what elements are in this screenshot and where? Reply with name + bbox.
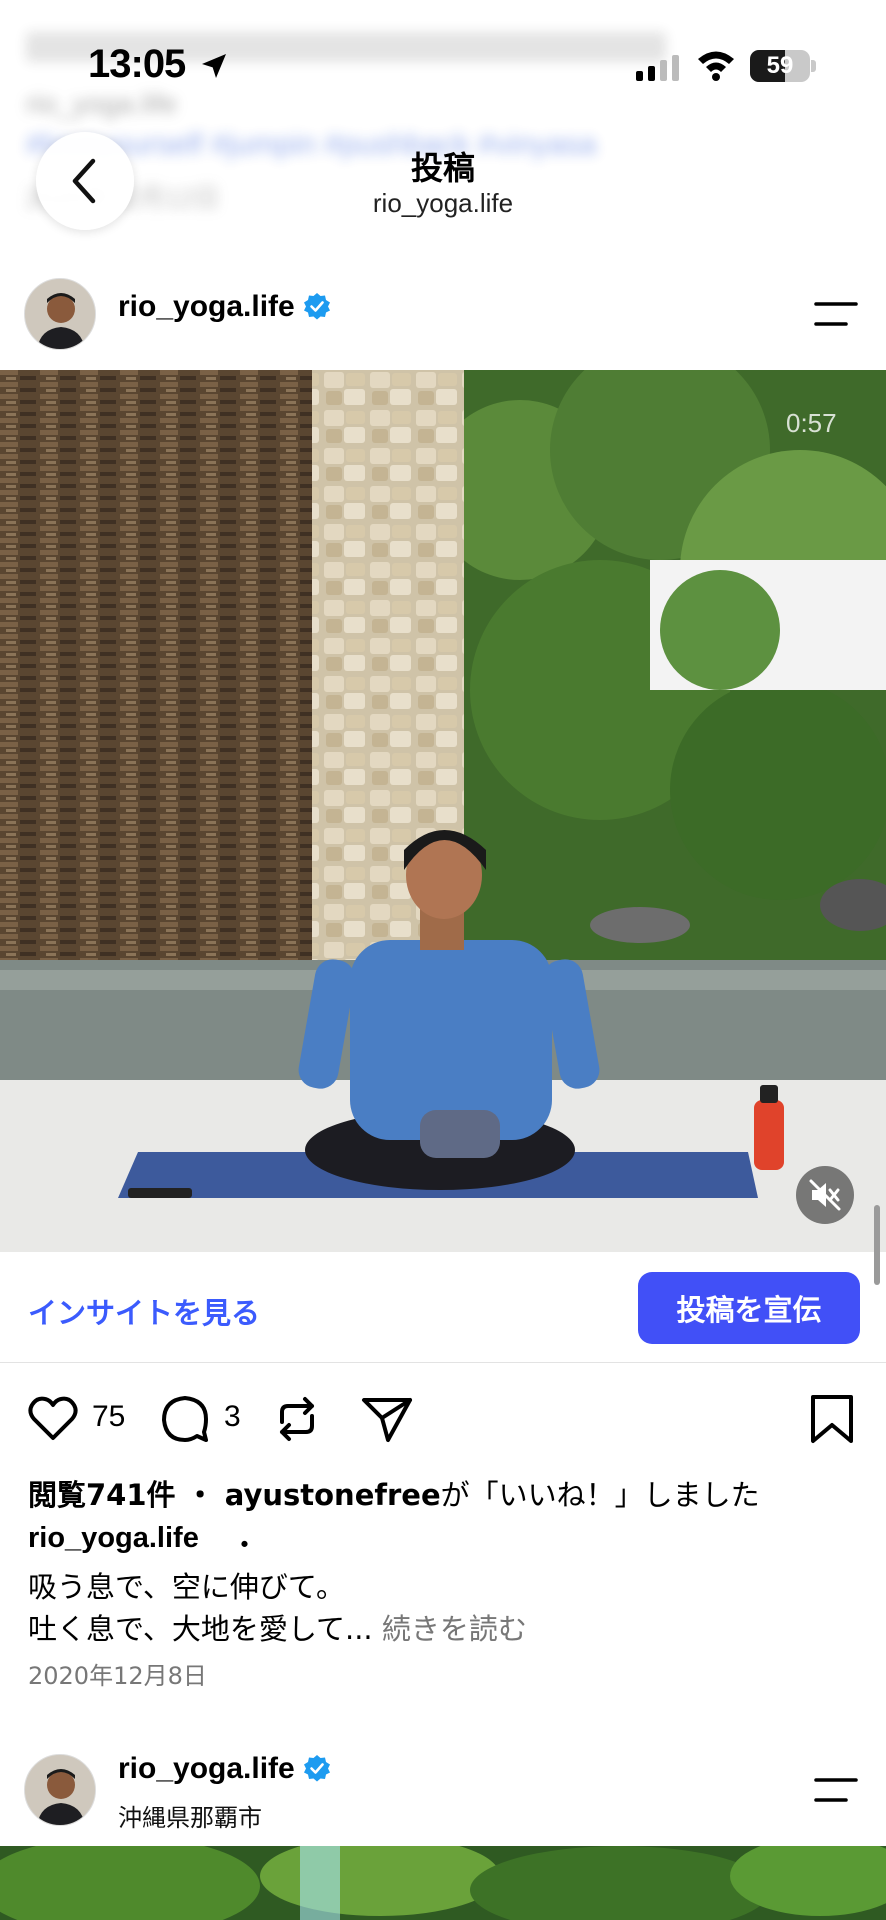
comment-icon[interactable] bbox=[158, 1392, 212, 1446]
caption-separator: ・ bbox=[230, 1528, 260, 1562]
post-video[interactable] bbox=[0, 370, 886, 1252]
next-post-media[interactable] bbox=[0, 1846, 886, 1920]
verified-badge-icon bbox=[303, 1755, 330, 1782]
post-location[interactable]: 沖縄県那覇市 bbox=[118, 1798, 262, 1833]
scroll-indicator bbox=[874, 1205, 880, 1285]
battery-indicator: 59 bbox=[750, 50, 810, 82]
mute-icon bbox=[809, 1179, 841, 1211]
post-username-text[interactable]: rio_yoga.life bbox=[118, 290, 295, 323]
status-bar: 13:05 59 bbox=[0, 0, 886, 130]
page-subtitle: rio_yoga.life bbox=[372, 188, 514, 218]
liker-username[interactable]: ayustonefree bbox=[225, 1478, 441, 1512]
video-frame bbox=[0, 370, 886, 1252]
liked-suffix: が「いいね！」しました bbox=[440, 1478, 760, 1512]
more-options-icon[interactable] bbox=[812, 1774, 860, 1806]
avatar-image bbox=[25, 1755, 95, 1825]
read-more-link[interactable]: 続きを読む bbox=[382, 1612, 527, 1646]
wifi-icon bbox=[698, 51, 734, 81]
comment-count[interactable]: 3 bbox=[224, 1400, 241, 1434]
next-post-username[interactable]: rio_yoga.life bbox=[118, 1752, 331, 1786]
cellular-signal-icon bbox=[636, 55, 679, 81]
view-insights-link[interactable]: インサイトを見る bbox=[28, 1290, 260, 1332]
battery-percent: 59 bbox=[766, 52, 794, 79]
next-post-header: rio_yoga.life 沖縄県那覇市 bbox=[0, 1738, 886, 1846]
post-header: rio_yoga.life bbox=[0, 262, 886, 370]
video-timer: 0:57 bbox=[786, 408, 837, 438]
caption-line-2: 吐く息で、大地を愛して... 続きを読む bbox=[28, 1606, 527, 1648]
post-date: 2020年12月8日 bbox=[28, 1662, 207, 1690]
views-liked-by: 閲覧741件 ・ ayustonefreeが「いいね！」しました bbox=[28, 1472, 760, 1514]
view-count[interactable]: 閲覧741件 bbox=[28, 1478, 176, 1512]
avatar[interactable] bbox=[24, 278, 96, 350]
verified-badge-icon bbox=[303, 293, 330, 320]
page-title: 投稿 bbox=[410, 149, 475, 187]
repost-icon[interactable] bbox=[270, 1392, 324, 1446]
promote-post-button[interactable]: 投稿を宣伝 bbox=[638, 1272, 860, 1344]
separator-dot: ・ bbox=[185, 1478, 215, 1512]
caption-line-1: 吸う息で、空に伸びて。 bbox=[28, 1570, 345, 1604]
share-icon[interactable] bbox=[360, 1392, 414, 1446]
heart-icon[interactable] bbox=[26, 1392, 80, 1446]
caption-line-2-text: 吐く息で、大地を愛して... bbox=[28, 1612, 373, 1646]
bookmark-icon[interactable] bbox=[805, 1392, 859, 1446]
post-username[interactable]: rio_yoga.life bbox=[118, 290, 331, 324]
status-time: 13:05 bbox=[88, 42, 186, 86]
avatar-image bbox=[25, 279, 95, 349]
like-count[interactable]: 75 bbox=[92, 1400, 125, 1434]
location-arrow-icon bbox=[202, 54, 226, 78]
caption-username[interactable]: rio_yoga.life bbox=[28, 1522, 199, 1555]
next-post-avatar[interactable] bbox=[24, 1754, 96, 1826]
more-options-icon[interactable] bbox=[812, 298, 860, 330]
top-header: rio_yoga.life #loveyourself #jumpin #pus… bbox=[0, 0, 886, 262]
battery-cap bbox=[811, 60, 816, 72]
mute-button[interactable] bbox=[796, 1166, 854, 1224]
next-post-image bbox=[0, 1846, 886, 1920]
next-post-username-text[interactable]: rio_yoga.life bbox=[118, 1752, 295, 1785]
divider bbox=[0, 1362, 886, 1363]
